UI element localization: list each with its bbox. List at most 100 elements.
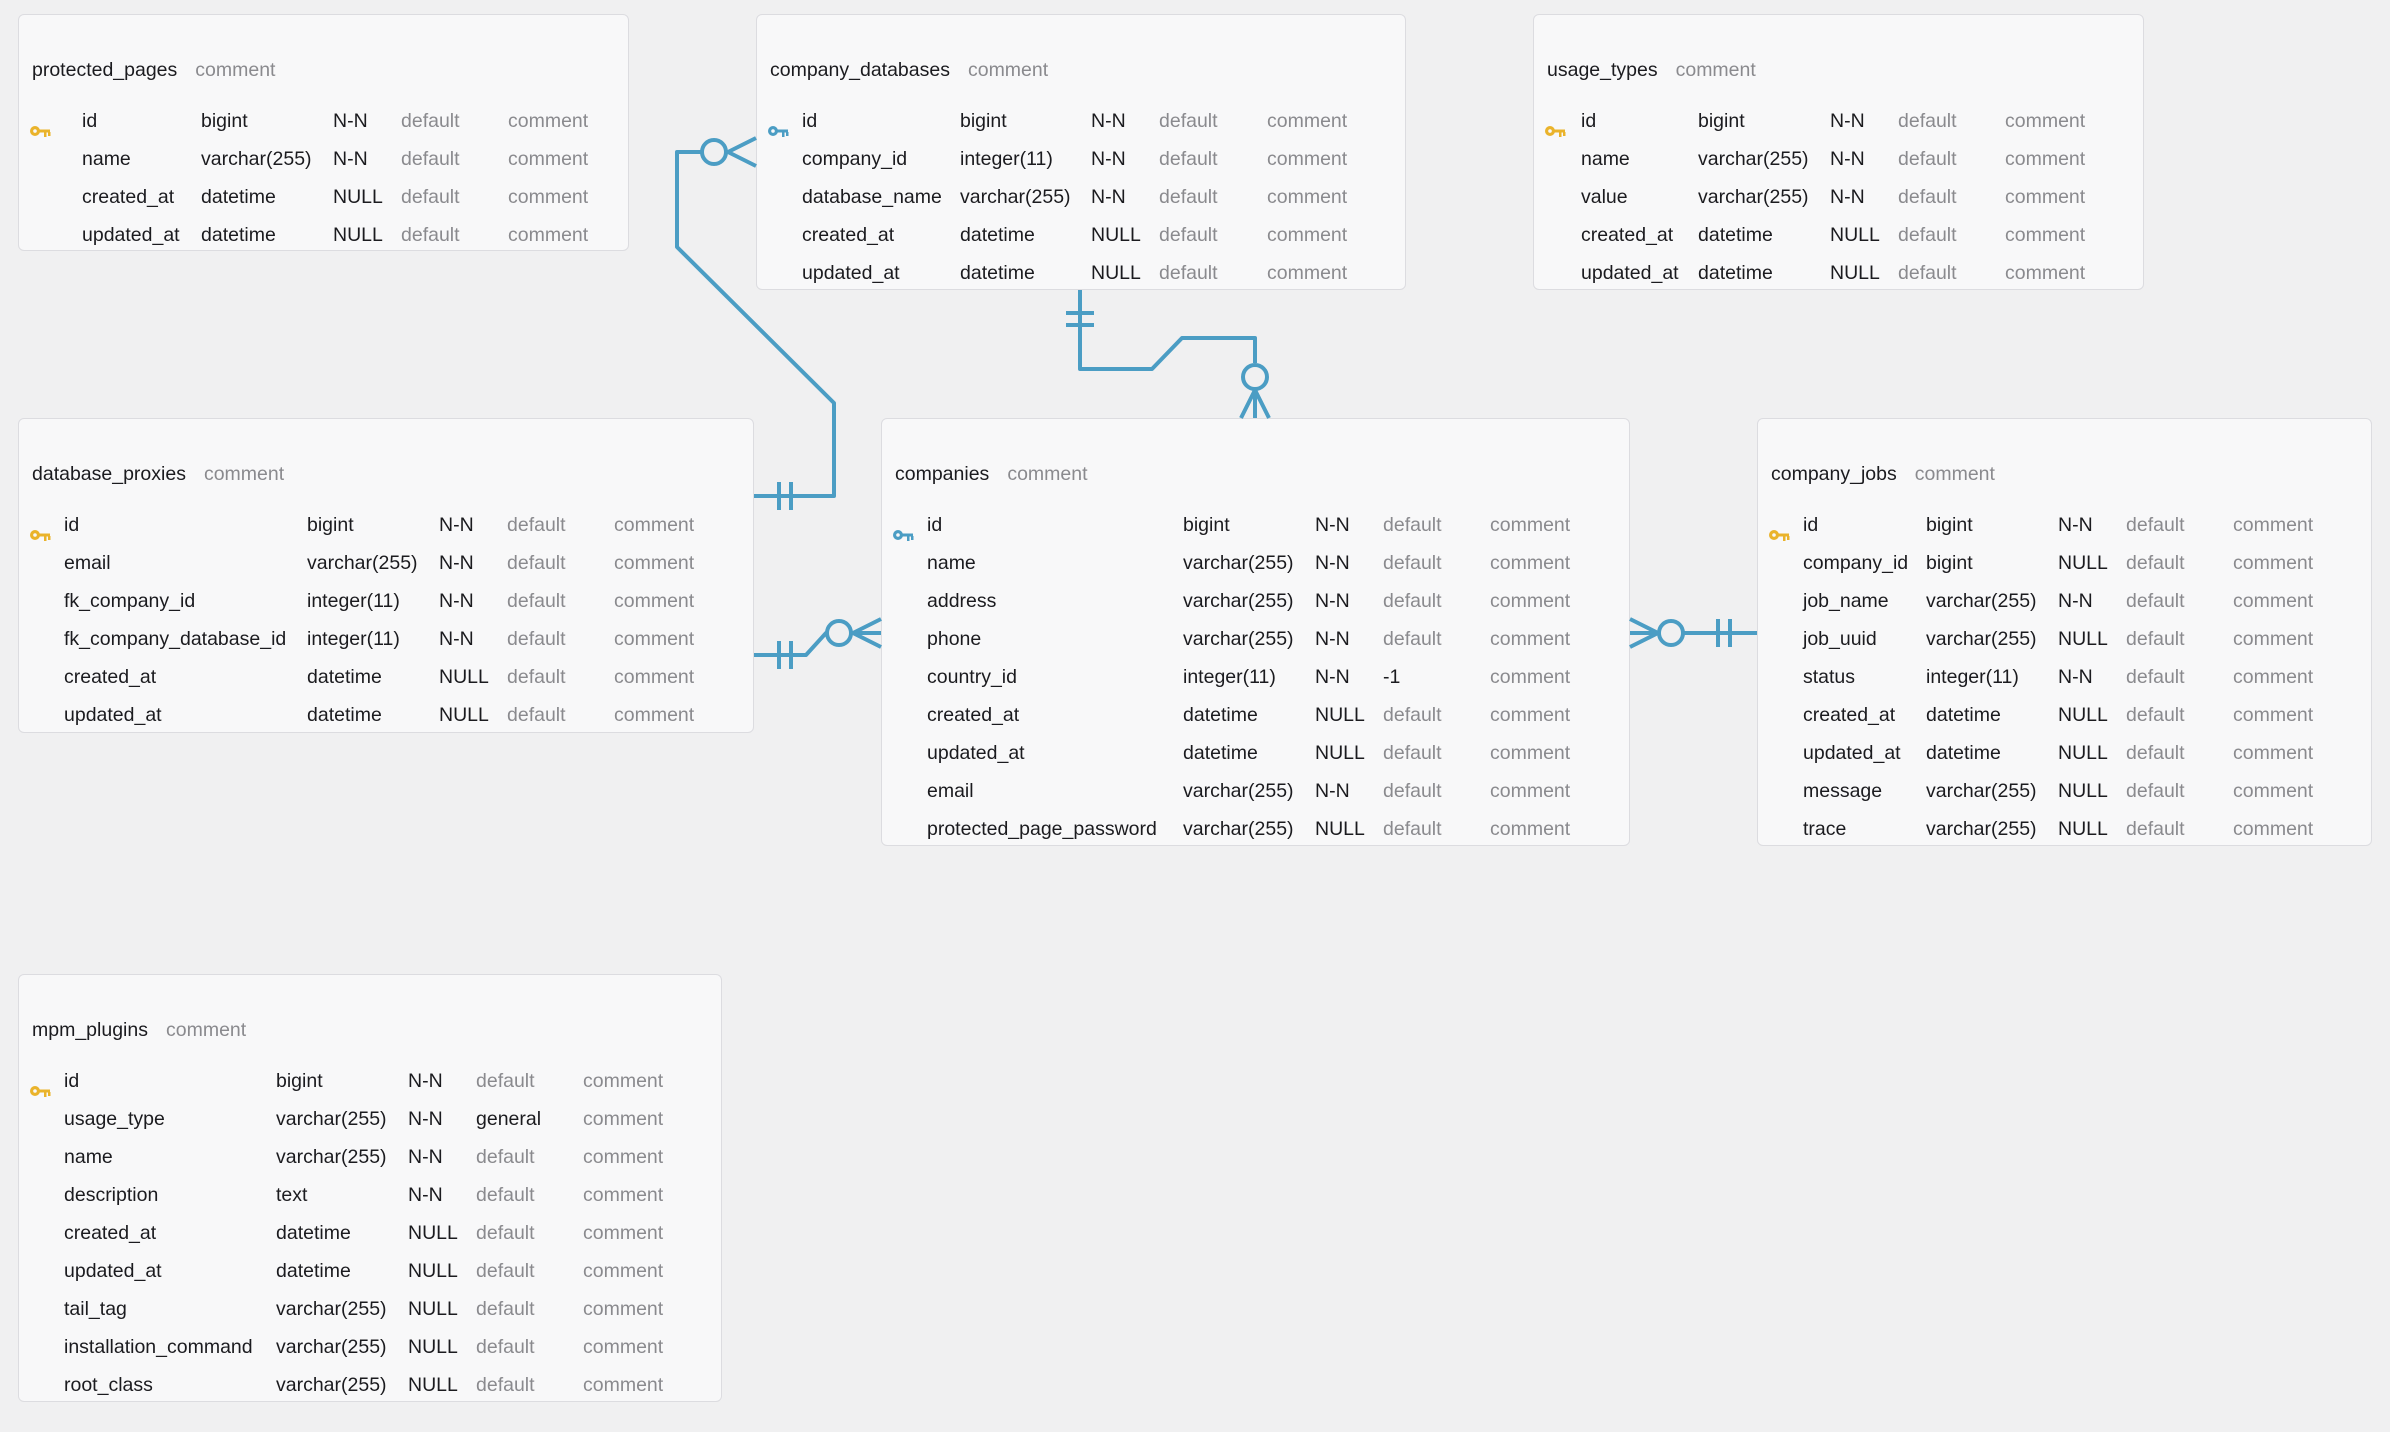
column-comment[interactable]: comment: [614, 658, 694, 696]
column-comment[interactable]: comment: [1267, 102, 1347, 140]
column-type[interactable]: bigint: [276, 1062, 323, 1100]
column-comment[interactable]: comment: [2233, 544, 2313, 582]
column-nullable[interactable]: N-N: [439, 620, 474, 658]
column-comment[interactable]: comment: [1490, 734, 1570, 772]
column-name[interactable]: country_id: [927, 658, 1017, 696]
column-nullable[interactable]: N-N: [1830, 140, 1865, 178]
column-name[interactable]: created_at: [802, 216, 894, 254]
column-nullable[interactable]: NULL: [1315, 696, 1365, 734]
column-name[interactable]: phone: [927, 620, 981, 658]
column-nullable[interactable]: NULL: [408, 1252, 458, 1290]
column-type[interactable]: varchar(255): [276, 1100, 387, 1138]
table-header[interactable]: usage_types comment: [1547, 55, 1756, 85]
column-comment[interactable]: comment: [2233, 810, 2313, 848]
column-type[interactable]: bigint: [1183, 506, 1230, 544]
column-nullable[interactable]: NULL: [439, 696, 489, 734]
column-type[interactable]: bigint: [1926, 506, 1973, 544]
column-comment[interactable]: comment: [583, 1214, 663, 1252]
table-name[interactable]: company_databases: [770, 59, 950, 81]
column-name[interactable]: usage_type: [64, 1100, 165, 1138]
column-comment[interactable]: comment: [1490, 506, 1570, 544]
column-type[interactable]: varchar(255): [307, 544, 418, 582]
column-row[interactable]: updated_at datetime NULL default comment: [757, 254, 1405, 292]
column-default[interactable]: default: [476, 1176, 535, 1214]
column-row[interactable]: id bigint N-N default comment: [19, 102, 628, 140]
column-comment[interactable]: comment: [2005, 216, 2085, 254]
table-protected-pages[interactable]: protected_pages comment id bigint N-N default…: [18, 14, 629, 251]
column-row[interactable]: created_at datetime NULL default comment: [19, 658, 753, 696]
column-nullable[interactable]: NULL: [1091, 254, 1141, 292]
column-comment[interactable]: comment: [1267, 178, 1347, 216]
column-nullable[interactable]: N-N: [2058, 582, 2093, 620]
table-database-proxies[interactable]: database_proxies comment id bigint N-N defaul…: [18, 418, 754, 733]
column-default[interactable]: default: [2126, 582, 2185, 620]
column-nullable[interactable]: NULL: [1315, 810, 1365, 848]
column-type[interactable]: varchar(255): [1183, 810, 1294, 848]
column-row[interactable]: updated_at datetime NULL default comment: [19, 696, 753, 734]
column-row[interactable]: job_uuid varchar(255) NULL default comment: [1758, 620, 2371, 658]
column-type[interactable]: varchar(255): [1926, 582, 2037, 620]
column-nullable[interactable]: N-N: [1315, 772, 1350, 810]
column-nullable[interactable]: NULL: [2058, 772, 2108, 810]
column-default[interactable]: default: [476, 1062, 535, 1100]
column-default[interactable]: default: [476, 1366, 535, 1404]
column-default[interactable]: default: [2126, 506, 2185, 544]
column-type[interactable]: datetime: [1698, 254, 1773, 292]
column-default[interactable]: default: [507, 658, 566, 696]
table-name[interactable]: usage_types: [1547, 59, 1658, 81]
column-nullable[interactable]: N-N: [1315, 620, 1350, 658]
column-comment[interactable]: comment: [2233, 696, 2313, 734]
column-type[interactable]: integer(11): [307, 620, 400, 658]
column-row[interactable]: fk_company_id integer(11) N-N default commen…: [19, 582, 753, 620]
column-default[interactable]: general: [476, 1100, 541, 1138]
column-default[interactable]: default: [1159, 178, 1218, 216]
table-name[interactable]: database_proxies: [32, 463, 186, 485]
column-row[interactable]: trace varchar(255) NULL default comment: [1758, 810, 2371, 848]
column-type[interactable]: bigint: [1698, 102, 1745, 140]
column-comment[interactable]: comment: [583, 1366, 663, 1404]
column-type[interactable]: varchar(255): [1183, 772, 1294, 810]
column-type[interactable]: text: [276, 1176, 307, 1214]
column-nullable[interactable]: NULL: [333, 178, 383, 216]
column-name[interactable]: updated_at: [927, 734, 1025, 772]
column-nullable[interactable]: N-N: [439, 582, 474, 620]
table-header[interactable]: protected_pages comment: [32, 55, 275, 85]
column-row[interactable]: created_at datetime NULL default comment: [1534, 216, 2143, 254]
column-default[interactable]: default: [401, 102, 460, 140]
column-name[interactable]: description: [64, 1176, 158, 1214]
column-default[interactable]: default: [2126, 734, 2185, 772]
column-default[interactable]: default: [2126, 620, 2185, 658]
column-nullable[interactable]: N-N: [1091, 178, 1126, 216]
table-comment[interactable]: comment: [968, 59, 1048, 81]
column-comment[interactable]: comment: [2233, 734, 2313, 772]
column-row[interactable]: root_class varchar(255) NULL default comment: [19, 1366, 721, 1404]
column-comment[interactable]: comment: [2005, 254, 2085, 292]
column-nullable[interactable]: NULL: [408, 1214, 458, 1252]
column-comment[interactable]: comment: [1490, 772, 1570, 810]
column-row[interactable]: value varchar(255) N-N default comment: [1534, 178, 2143, 216]
table-name[interactable]: mpm_plugins: [32, 1019, 148, 1041]
column-row[interactable]: company_id bigint NULL default comment: [1758, 544, 2371, 582]
column-name[interactable]: id: [82, 102, 97, 140]
column-nullable[interactable]: NULL: [408, 1366, 458, 1404]
column-name[interactable]: email: [927, 772, 974, 810]
column-type[interactable]: integer(11): [960, 140, 1053, 178]
column-comment[interactable]: comment: [1490, 620, 1570, 658]
column-name[interactable]: created_at: [64, 658, 156, 696]
column-name[interactable]: id: [1803, 506, 1818, 544]
column-type[interactable]: datetime: [1183, 696, 1258, 734]
column-default[interactable]: default: [1383, 620, 1442, 658]
column-nullable[interactable]: N-N: [333, 102, 368, 140]
column-name[interactable]: message: [1803, 772, 1882, 810]
column-type[interactable]: integer(11): [1183, 658, 1276, 696]
column-comment[interactable]: comment: [1267, 254, 1347, 292]
column-row[interactable]: created_at datetime NULL default comment: [19, 178, 628, 216]
column-comment[interactable]: comment: [508, 178, 588, 216]
column-type[interactable]: datetime: [1183, 734, 1258, 772]
column-type[interactable]: datetime: [307, 658, 382, 696]
column-row[interactable]: company_id integer(11) N-N default comment: [757, 140, 1405, 178]
column-type[interactable]: bigint: [1926, 544, 1973, 582]
column-default[interactable]: default: [1383, 810, 1442, 848]
column-nullable[interactable]: N-N: [439, 544, 474, 582]
column-name[interactable]: updated_at: [1803, 734, 1901, 772]
